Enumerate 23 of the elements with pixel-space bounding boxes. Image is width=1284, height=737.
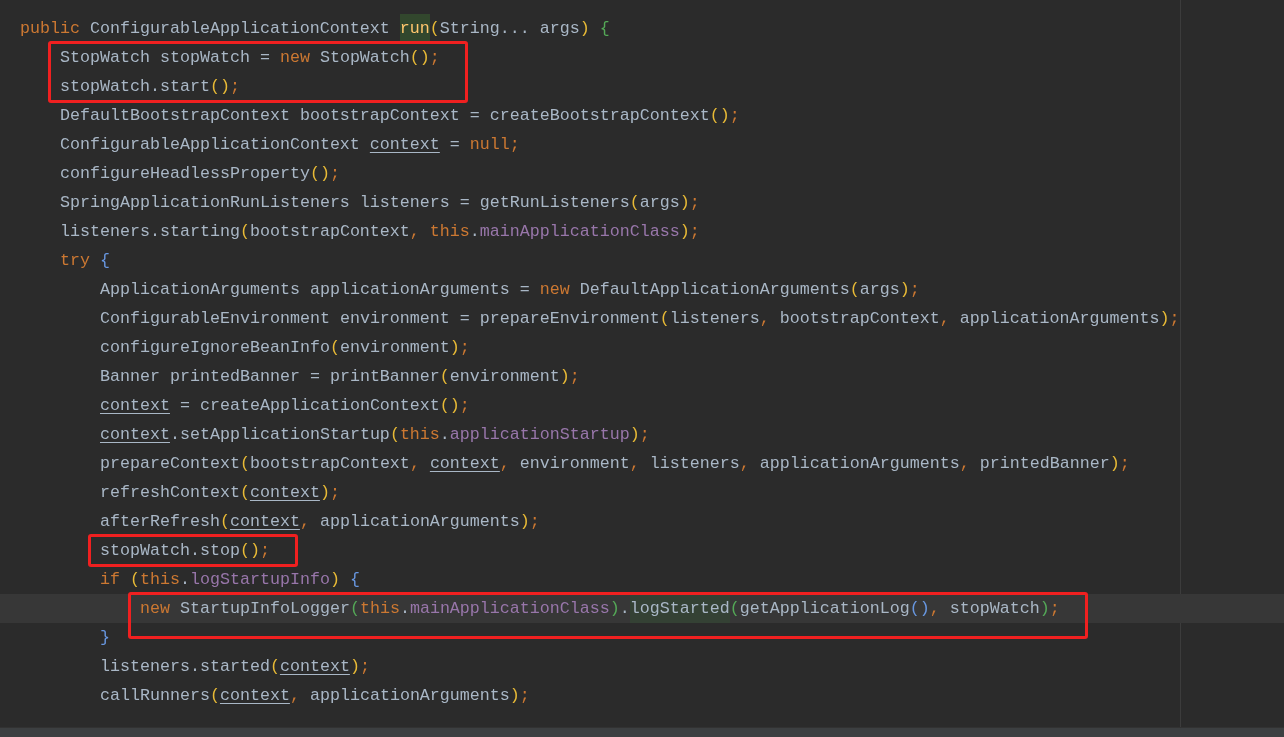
code-line: SpringApplicationRunListeners listeners = getRunListeners(args); (59, 192, 701, 214)
code-line: refreshContext(context); (99, 482, 341, 504)
code-line: stopWatch.start(); (59, 76, 241, 98)
code-line: prepareContext(bootstrapContext, context, environment, listeners, applicationArguments, printedBanner); (99, 453, 1131, 475)
code-line: Banner printedBanner = printBanner(environment); (99, 366, 581, 388)
code-line: StopWatch stopWatch = new StopWatch(); (59, 47, 441, 69)
code-line: context = createApplicationContext(); (99, 395, 471, 417)
code-line: context.setApplicationStartup(this.applicationStartup); (99, 424, 651, 446)
code-line: DefaultBootstrapContext bootstrapContext = createBootstrapContext(); (59, 105, 741, 127)
code-line: configureIgnoreBeanInfo(environment); (99, 337, 471, 359)
code-line: ConfigurableApplicationContext context = null; (59, 134, 521, 156)
code-line: public ConfigurableApplicationContext run(String... args) { (0, 14, 1284, 43)
code-line: ConfigurableEnvironment environment = prepareEnvironment(listeners, bootstrapContext, applicationArguments); (99, 308, 1181, 330)
code-line: try { (59, 250, 111, 272)
code-line: listeners.started(context); (99, 656, 371, 678)
code-line: configureHeadlessProperty(); (59, 163, 341, 185)
code-line: callRunners(context, applicationArguments); (99, 685, 531, 707)
code-line: if (this.logStartupInfo) { (99, 569, 361, 591)
code-line: listeners.starting(bootstrapContext, this.mainApplicationClass); (59, 221, 701, 243)
code-line: afterRefresh(context, applicationArguments); (99, 511, 541, 533)
code-line: ApplicationArguments applicationArguments = new DefaultApplicationArguments(args); (99, 279, 921, 301)
code-line: } (99, 627, 111, 649)
code-line: stopWatch.stop(); (99, 540, 271, 562)
